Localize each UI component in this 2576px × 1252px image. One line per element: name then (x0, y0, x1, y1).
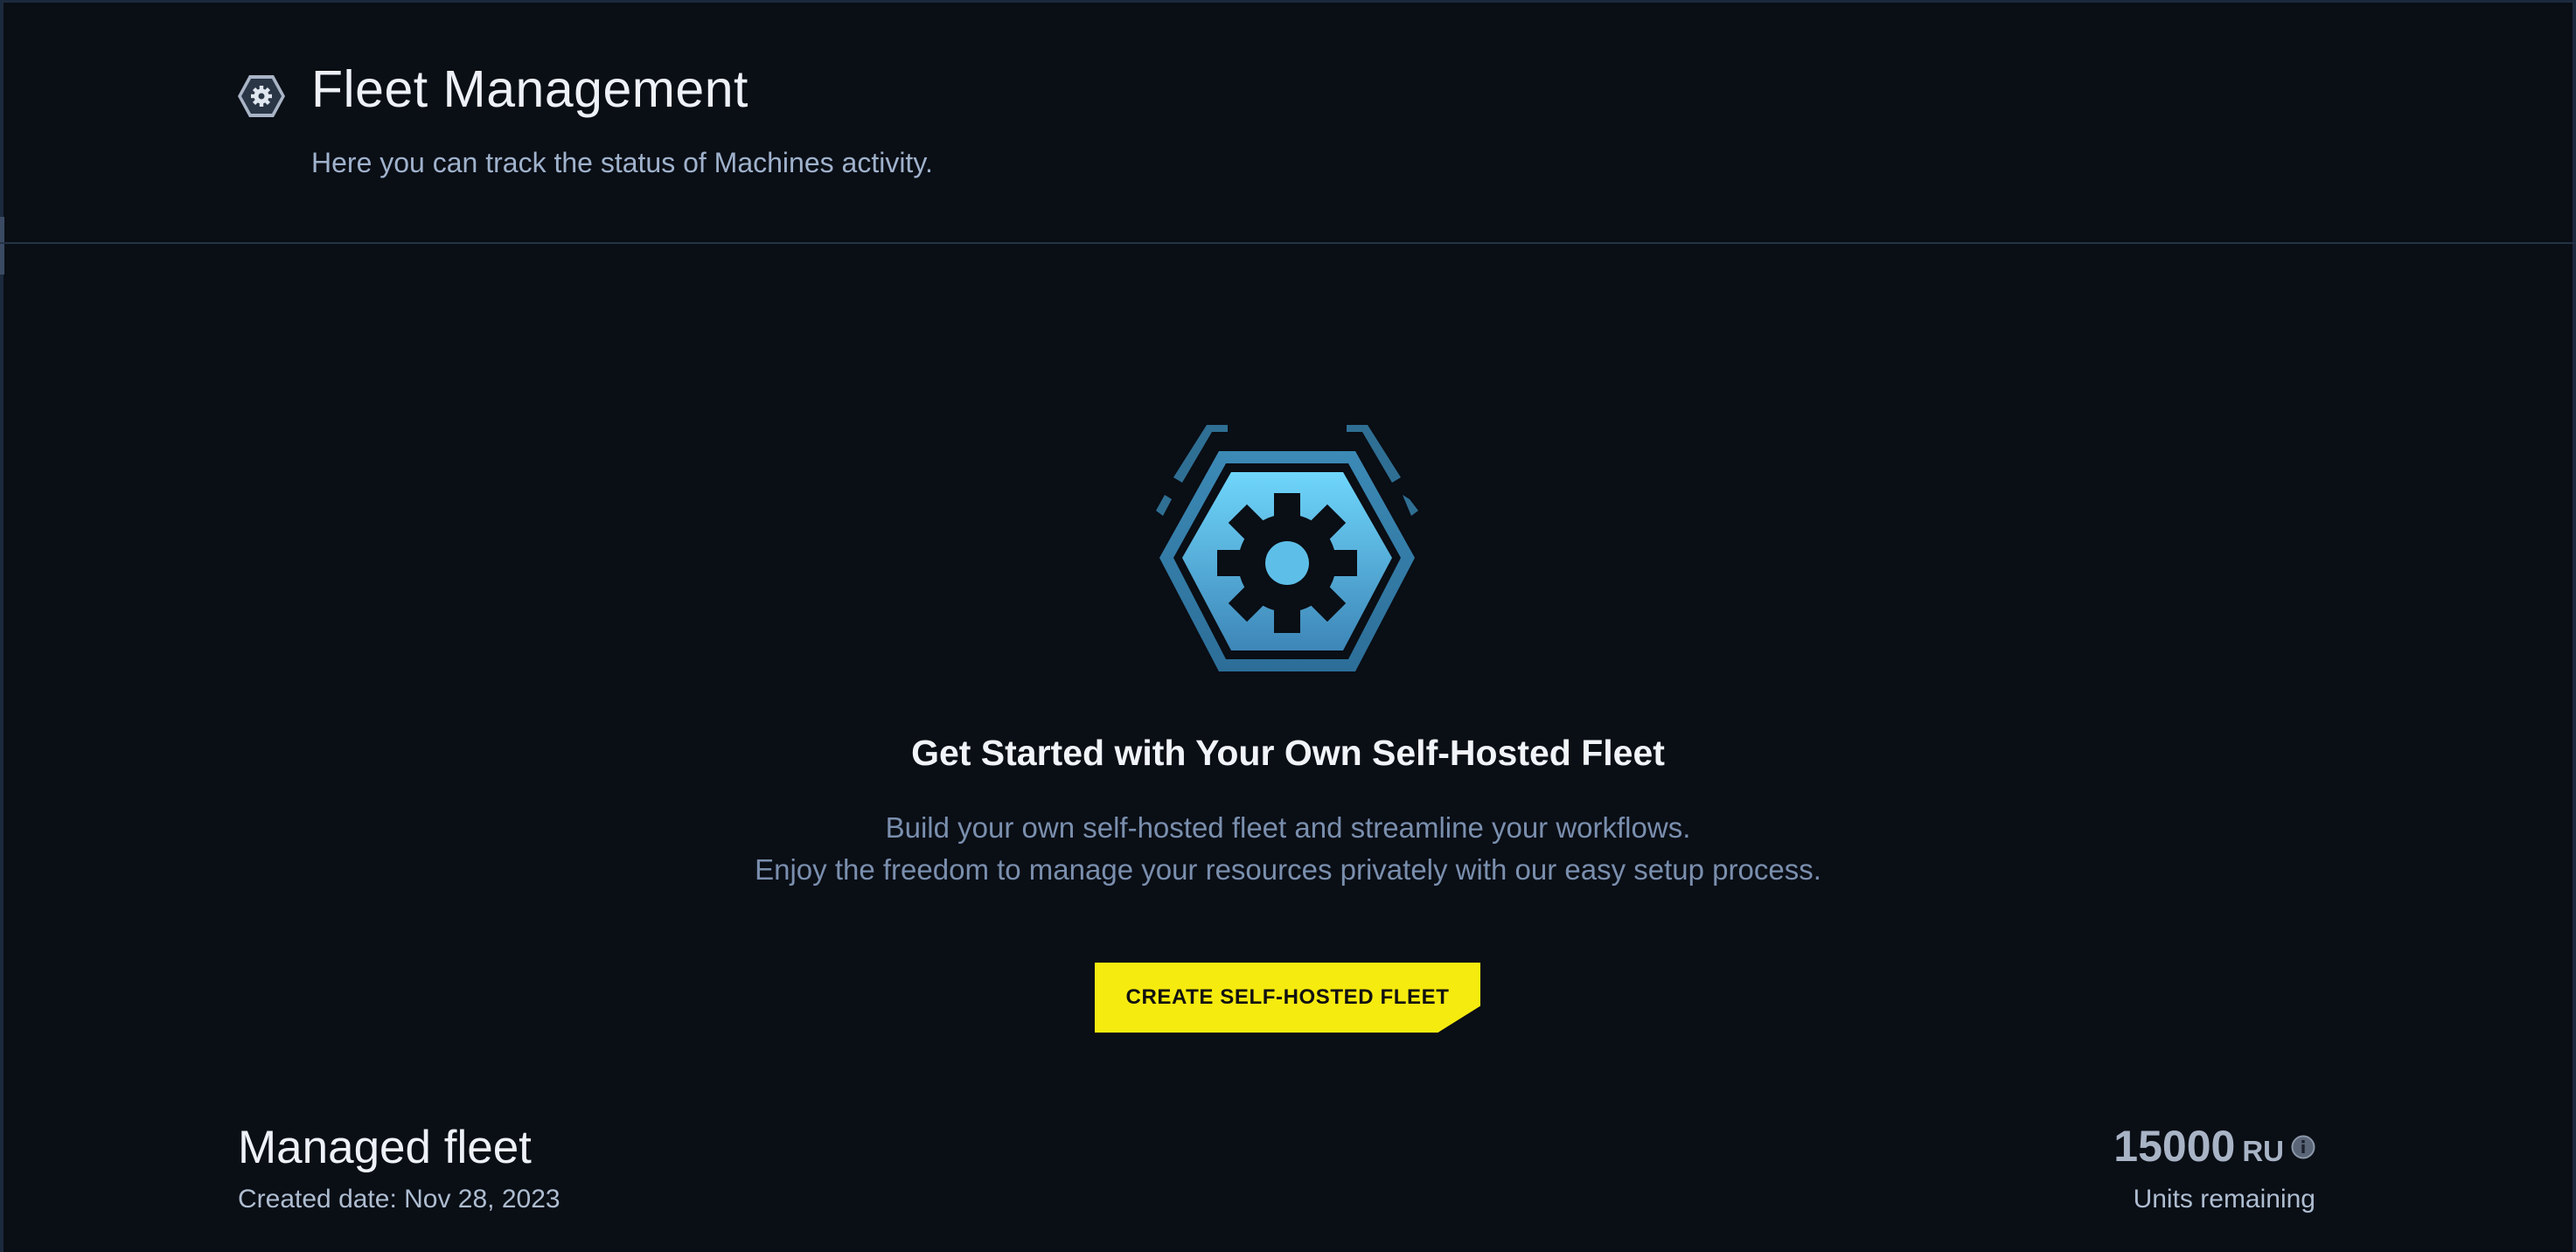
gear-hexagon-icon (1156, 425, 1418, 671)
empty-state-description-line2: Enjoy the freedom to manage your resourc… (755, 853, 1821, 886)
units-remaining-value: 15000 RU (2113, 1121, 2315, 1172)
gear-hexagon-icon (238, 75, 285, 117)
info-icon[interactable] (2291, 1135, 2315, 1159)
create-self-hosted-fleet-button[interactable]: CREATE SELF-HOSTED FLEET (1095, 963, 1480, 1033)
units-value: 15000 (2113, 1122, 2236, 1171)
page-title: Fleet Management (311, 60, 748, 118)
empty-state-description-line1: Build your own self-hosted fleet and str… (885, 811, 1691, 844)
page-subtitle: Here you can track the status of Machine… (311, 147, 933, 178)
page-header: Fleet Management Here you can track the … (0, 0, 2576, 244)
units-remaining-label: Units remaining (2133, 1185, 2315, 1214)
managed-fleet-created-date: Created date: Nov 28, 2023 (238, 1185, 560, 1214)
managed-fleet-title: Managed fleet (238, 1122, 532, 1173)
empty-state-title: Get Started with Your Own Self-Hosted Fl… (911, 733, 1665, 773)
units-unit: RU (2242, 1135, 2284, 1167)
